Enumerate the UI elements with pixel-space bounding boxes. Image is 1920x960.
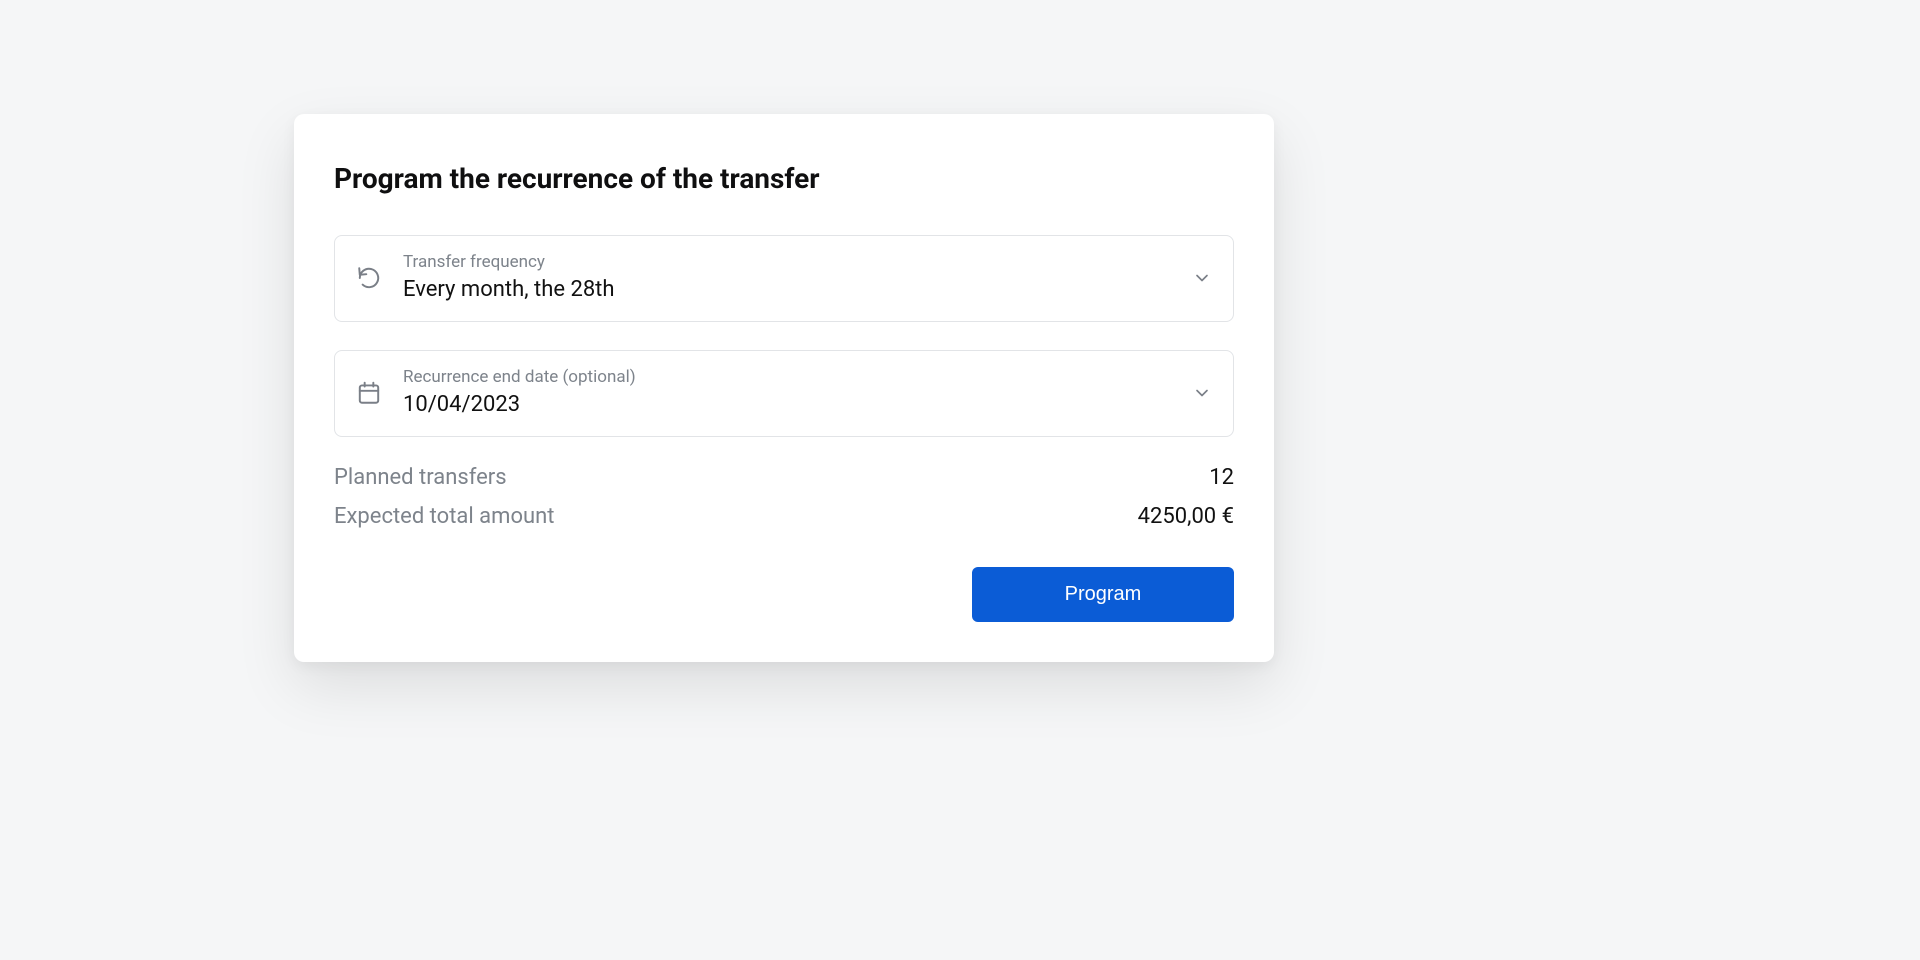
expected-total-label: Expected total amount: [334, 504, 554, 529]
planned-transfers-label: Planned transfers: [334, 465, 507, 490]
refresh-icon: [355, 264, 383, 292]
recurrence-card: Program the recurrence of the transfer T…: [294, 114, 1274, 662]
actions: Program: [334, 567, 1234, 622]
program-button[interactable]: Program: [972, 567, 1234, 622]
frequency-value: Every month, the 28th: [403, 275, 1171, 305]
frequency-select[interactable]: Transfer frequency Every month, the 28th: [334, 235, 1234, 322]
end-date-texts: Recurrence end date (optional) 10/04/202…: [403, 367, 1171, 420]
chevron-down-icon: [1191, 382, 1213, 404]
summary: Planned transfers 12 Expected total amou…: [334, 465, 1234, 529]
end-date-select[interactable]: Recurrence end date (optional) 10/04/202…: [334, 350, 1234, 437]
frequency-texts: Transfer frequency Every month, the 28th: [403, 252, 1171, 305]
frequency-label: Transfer frequency: [403, 252, 1171, 273]
chevron-down-icon: [1191, 267, 1213, 289]
summary-row-planned: Planned transfers 12: [334, 465, 1234, 490]
summary-row-total: Expected total amount 4250,00 €: [334, 504, 1234, 529]
end-date-label: Recurrence end date (optional): [403, 367, 1171, 388]
card-title: Program the recurrence of the transfer: [334, 162, 1234, 195]
end-date-value: 10/04/2023: [403, 390, 1171, 420]
expected-total-value: 4250,00 €: [1138, 504, 1234, 529]
calendar-icon: [355, 379, 383, 407]
planned-transfers-value: 12: [1209, 465, 1234, 490]
